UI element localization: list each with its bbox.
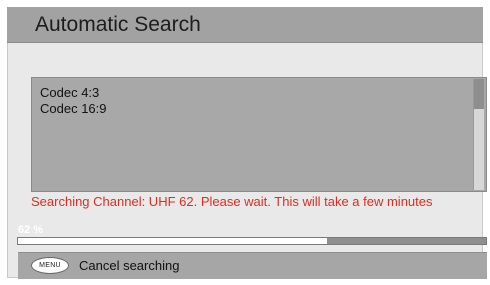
list-item[interactable]: Codec 4:3 bbox=[40, 85, 99, 100]
progress-bar-fill bbox=[18, 238, 327, 244]
menu-key-label: MENU bbox=[39, 262, 61, 269]
dialog-title: Automatic Search bbox=[35, 13, 201, 36]
progress-bar bbox=[17, 237, 487, 245]
cancel-searching-label: Cancel searching bbox=[79, 258, 180, 273]
scrollbar-thumb[interactable] bbox=[474, 79, 484, 109]
list-scrollbar[interactable] bbox=[473, 79, 484, 190]
title-bar: Automatic Search bbox=[7, 7, 483, 43]
footer-hint-bar: MENU Cancel searching bbox=[18, 252, 487, 279]
progress-percent: 62 % bbox=[18, 224, 44, 236]
list-item[interactable]: Codec 16:9 bbox=[40, 101, 107, 116]
channel-list[interactable]: Codec 4:3 Codec 16:9 bbox=[31, 77, 487, 192]
menu-key-icon[interactable]: MENU bbox=[31, 257, 69, 274]
search-status-message: Searching Channel: UHF 62. Please wait. … bbox=[31, 194, 433, 209]
